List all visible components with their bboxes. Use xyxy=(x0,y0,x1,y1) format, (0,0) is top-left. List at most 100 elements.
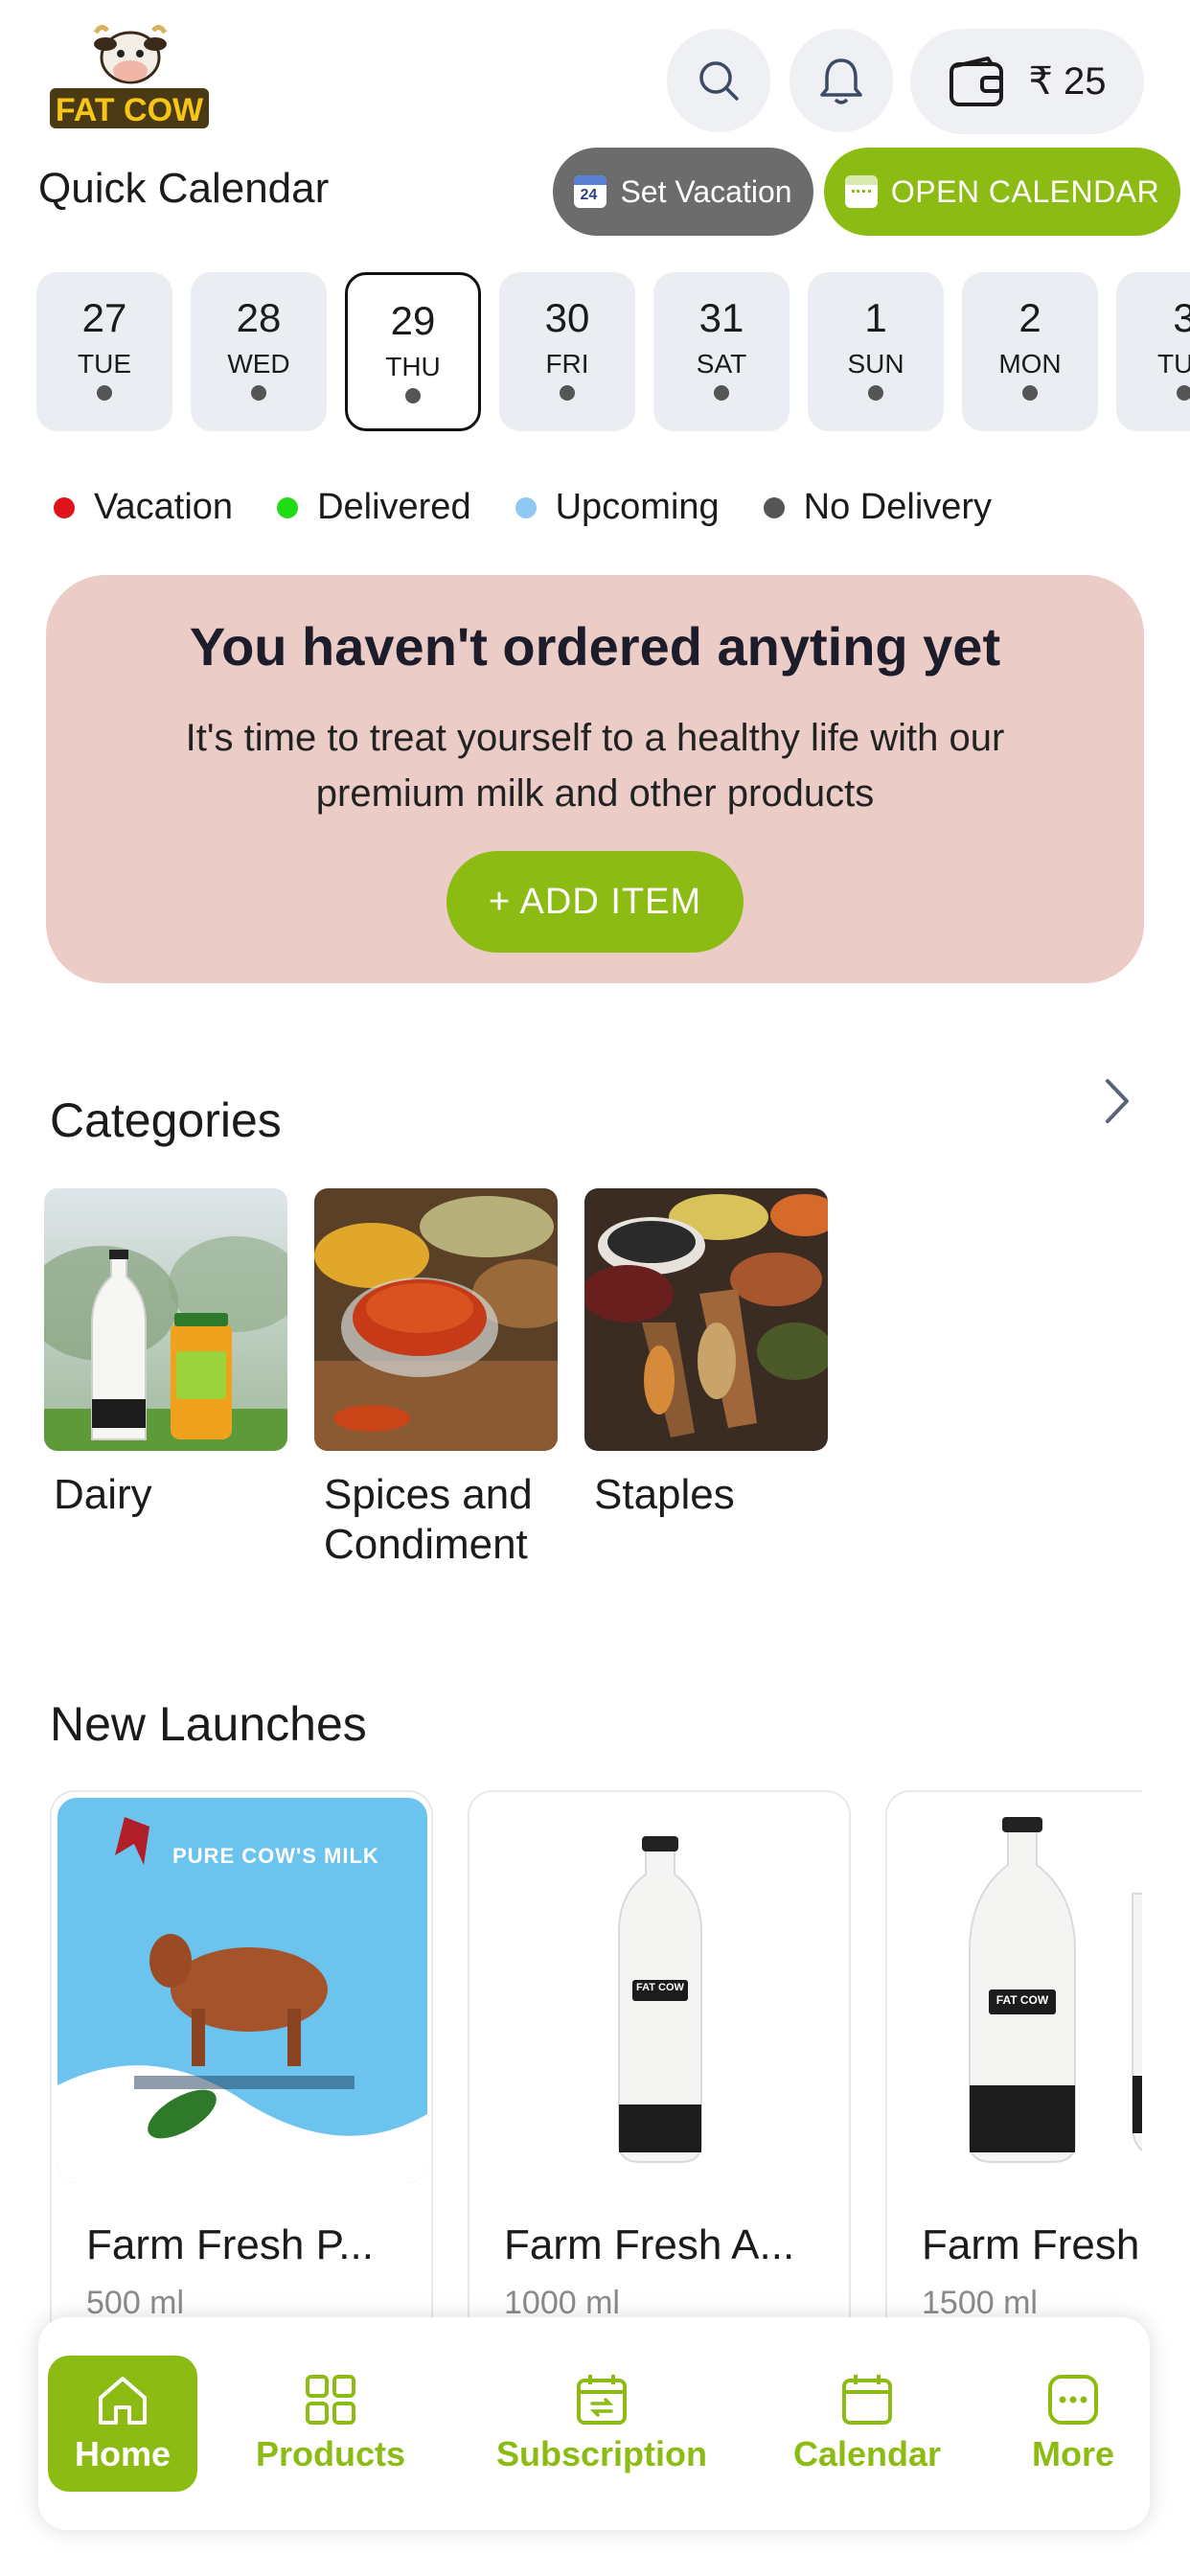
date-weekday: THU xyxy=(385,352,441,381)
product-card[interactable]: FAT COW Farm Fresh 1500 ml xyxy=(885,1790,1142,2327)
nav-calendar[interactable]: Calendar xyxy=(786,2356,949,2492)
date-number: 27 xyxy=(81,295,127,340)
date-weekday: TUE xyxy=(1157,349,1190,379)
staples-image xyxy=(584,1188,828,1451)
empty-orders-title: You haven't ordered anyting yet xyxy=(189,616,1001,677)
open-calendar-button[interactable]: OPEN CALENDAR xyxy=(824,148,1180,236)
categories-next-button[interactable] xyxy=(1098,1075,1136,1132)
home-icon xyxy=(99,2377,147,2425)
legend-delivered: Delivered xyxy=(277,487,471,528)
category-card-spices[interactable]: Spices and Condiment xyxy=(314,1188,561,1570)
categories-title: Categories xyxy=(50,1093,282,1147)
empty-orders-card: You haven't ordered anyting yet It's tim… xyxy=(46,575,1144,983)
date-chip[interactable]: 3 TUE xyxy=(1116,272,1190,431)
legend-vacation: Vacation xyxy=(54,487,233,528)
legend-dot xyxy=(515,496,537,518)
date-number: 31 xyxy=(698,295,744,340)
product-image-text: FAT COW xyxy=(995,1993,1049,2007)
wallet-balance: ₹ 25 xyxy=(1028,60,1107,103)
chevron-right-icon xyxy=(1106,1079,1129,1123)
legend-dot xyxy=(277,496,299,518)
category-label: Staples xyxy=(594,1471,735,1518)
date-weekday: MON xyxy=(998,349,1062,379)
add-item-button[interactable]: + ADD ITEM xyxy=(446,851,744,953)
empty-orders-text: It's time to treat yourself to a healthy… xyxy=(185,717,1005,815)
nav-label: Products xyxy=(255,2434,406,2473)
nav-subscription[interactable]: Subscription xyxy=(489,2356,715,2492)
set-vacation-label: Set Vacation xyxy=(620,173,792,209)
legend-label: Vacation xyxy=(94,487,234,527)
legend-no-delivery: No Delivery xyxy=(763,487,992,528)
bottom-navigation: Home Products Subscription Calendar More xyxy=(38,2317,1150,2530)
date-number: 1 xyxy=(864,295,887,340)
search-button[interactable] xyxy=(667,29,770,132)
date-weekday: FRI xyxy=(545,349,589,379)
date-number: 28 xyxy=(236,295,282,340)
calendar-legend: Vacation Delivered Upcoming No Delivery xyxy=(54,487,992,528)
delivery-status-dot xyxy=(1022,385,1038,401)
date-chip[interactable]: 30 FRI xyxy=(499,272,635,431)
dairy-image xyxy=(44,1188,287,1451)
product-card[interactable]: PURE COW'S MILK Farm Fresh P... 500 ml xyxy=(50,1790,433,2327)
nav-label: Calendar xyxy=(792,2434,942,2473)
delivery-status-dot xyxy=(97,385,112,401)
nav-label: Home xyxy=(74,2434,172,2473)
new-launches-carousel[interactable]: PURE COW'S MILK Farm Fresh P... 500 ml F… xyxy=(0,1790,1142,2327)
nav-products[interactable]: Products xyxy=(249,2356,412,2492)
category-card-staples[interactable]: Staples xyxy=(584,1188,832,1520)
delivery-status-dot xyxy=(714,385,729,401)
more-dots-icon xyxy=(1048,2375,1098,2425)
wallet-icon xyxy=(950,57,1004,106)
legend-dot xyxy=(763,496,785,518)
set-vacation-button[interactable]: 24 Set Vacation xyxy=(553,148,813,236)
date-chip[interactable]: 1 SUN xyxy=(808,272,944,431)
category-label: Dairy xyxy=(54,1471,152,1518)
product-image-text: PURE COW'S MILK xyxy=(172,1844,379,1868)
delivery-status-dot xyxy=(868,385,883,401)
date-chip[interactable]: 27 TUE xyxy=(36,272,172,431)
nav-label: More xyxy=(1031,2434,1114,2473)
spices-image xyxy=(314,1188,558,1451)
legend-label: Delivered xyxy=(317,487,471,527)
date-number: 2 xyxy=(1018,295,1041,340)
legend-dot xyxy=(54,496,75,518)
date-chip[interactable]: 2 MON xyxy=(962,272,1098,431)
date-strip[interactable]: 27 TUE 28 WED 29 THU 30 FRI 31 SAT 1 SUN… xyxy=(0,272,1190,433)
new-launches-title: New Launches xyxy=(50,1697,367,1751)
product-card[interactable]: FAT COW Farm Fresh A... 1000 ml xyxy=(468,1790,851,2327)
calendar-icon xyxy=(842,2375,892,2425)
legend-label: Upcoming xyxy=(555,487,720,527)
date-number: 30 xyxy=(544,295,590,340)
legend-upcoming: Upcoming xyxy=(515,487,720,528)
nav-label: Subscription xyxy=(495,2434,707,2473)
category-card-dairy[interactable]: Dairy xyxy=(44,1188,291,1520)
product-name: Farm Fresh P... xyxy=(86,2221,374,2268)
product-name: Farm Fresh A... xyxy=(504,2221,795,2268)
app-logo: FAT COW xyxy=(48,25,211,132)
date-chip-selected[interactable]: 29 THU xyxy=(345,272,481,431)
nav-home[interactable]: Home xyxy=(48,2356,197,2492)
date-number: 29 xyxy=(390,298,436,343)
date-weekday: SUN xyxy=(847,349,904,379)
product-image: FAT COW xyxy=(475,1798,845,2183)
open-calendar-label: OPEN CALENDAR xyxy=(890,173,1160,209)
bell-icon xyxy=(820,58,862,104)
search-icon xyxy=(699,61,739,101)
nav-more[interactable]: More xyxy=(1016,2356,1131,2492)
delivery-status-dot xyxy=(1177,385,1190,401)
delivery-status-dot xyxy=(560,385,575,401)
product-name: Farm Fresh xyxy=(922,2221,1140,2268)
notifications-button[interactable] xyxy=(790,29,893,132)
date-weekday: WED xyxy=(227,349,290,379)
date-weekday: TUE xyxy=(78,349,131,379)
delivery-status-dot xyxy=(405,388,421,403)
logo-text: FAT COW xyxy=(55,92,204,128)
product-image-text: FAT COW xyxy=(636,1982,684,1993)
wallet-button[interactable]: ₹ 25 xyxy=(910,29,1144,134)
open-calendar-icon xyxy=(844,175,878,208)
delivery-status-dot xyxy=(251,385,266,401)
date-number: 3 xyxy=(1173,295,1190,340)
subscription-calendar-icon xyxy=(577,2375,627,2425)
date-chip[interactable]: 28 WED xyxy=(191,272,327,431)
date-chip[interactable]: 31 SAT xyxy=(653,272,790,431)
